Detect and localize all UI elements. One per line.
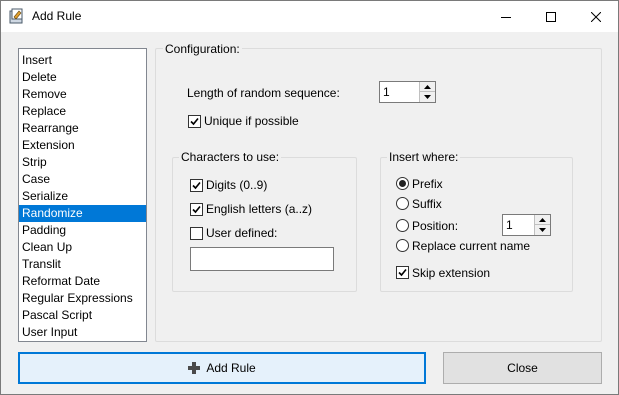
list-item[interactable]: Strip <box>19 154 146 171</box>
list-item[interactable]: Reformat Date <box>19 273 146 290</box>
letters-checkbox[interactable] <box>190 203 203 216</box>
list-item[interactable]: Clean Up <box>19 239 146 256</box>
spin-up-icon <box>424 84 431 89</box>
configuration-legend: Configuration: <box>163 42 242 56</box>
prefix-radio[interactable] <box>396 177 409 190</box>
list-item[interactable]: Translit <box>19 256 146 273</box>
minimize-button[interactable] <box>483 1 528 32</box>
list-item[interactable]: Rearrange <box>19 120 146 137</box>
app-icon <box>9 8 25 24</box>
spin-up-icon <box>539 217 546 222</box>
skip-extension-label[interactable]: Skip extension <box>412 266 490 280</box>
checkmark-icon <box>192 181 201 190</box>
add-rule-label: Add Rule <box>206 361 256 375</box>
user-defined-checkbox[interactable] <box>190 227 203 240</box>
list-item[interactable]: Regular Expressions <box>19 290 146 307</box>
skip-extension-checkbox[interactable] <box>396 266 409 279</box>
spin-down-button[interactable] <box>420 92 435 102</box>
spin-down-icon <box>424 95 431 99</box>
list-item[interactable]: Delete <box>19 69 146 86</box>
unique-checkbox[interactable] <box>188 115 201 128</box>
spin-down-button[interactable] <box>535 225 550 235</box>
checkmark-icon <box>190 117 199 126</box>
suffix-radio[interactable] <box>396 197 409 210</box>
length-label: Length of random sequence: <box>187 86 340 100</box>
list-item-selected[interactable]: Randomize <box>19 205 146 222</box>
characters-legend: Characters to use: <box>179 150 282 164</box>
checkmark-icon <box>192 205 201 214</box>
add-rule-dialog: Add Rule Insert Delete Remove Replace Re… <box>0 0 619 395</box>
close-icon <box>590 11 601 22</box>
maximize-icon <box>545 11 556 22</box>
position-radio[interactable] <box>396 219 409 232</box>
close-button[interactable]: Close <box>443 352 602 384</box>
spin-up-button[interactable] <box>535 215 550 225</box>
position-spinner[interactable]: 1 <box>502 214 551 236</box>
user-defined-label[interactable]: User defined: <box>206 226 277 240</box>
digits-checkbox[interactable] <box>190 179 203 192</box>
replace-name-radio[interactable] <box>396 239 409 252</box>
close-label: Close <box>507 361 538 375</box>
digits-label[interactable]: Digits (0..9) <box>206 178 267 192</box>
length-spinner[interactable]: 1 <box>379 81 436 103</box>
minimize-icon <box>500 16 511 18</box>
plus-icon <box>188 362 201 374</box>
list-item[interactable]: Padding <box>19 222 146 239</box>
position-label[interactable]: Position: <box>412 219 458 233</box>
list-item[interactable]: Extension <box>19 137 146 154</box>
radio-selected-dot <box>399 180 406 187</box>
suffix-label[interactable]: Suffix <box>412 197 442 211</box>
title-bar[interactable]: Add Rule <box>1 1 618 32</box>
prefix-label[interactable]: Prefix <box>412 177 443 191</box>
list-item[interactable]: Serialize <box>19 188 146 205</box>
list-item[interactable]: User Input <box>19 324 146 341</box>
length-value[interactable]: 1 <box>383 85 390 99</box>
letters-label[interactable]: English letters (a..z) <box>206 202 312 216</box>
list-item[interactable]: Remove <box>19 86 146 103</box>
maximize-button[interactable] <box>528 1 573 32</box>
list-item[interactable]: Insert <box>19 52 146 69</box>
close-window-button[interactable] <box>573 1 618 32</box>
position-value[interactable]: 1 <box>506 218 513 232</box>
user-defined-input[interactable] <box>190 247 334 271</box>
list-item[interactable]: Case <box>19 171 146 188</box>
spin-up-button[interactable] <box>420 82 435 92</box>
checkmark-icon <box>398 268 407 277</box>
add-rule-button[interactable]: Add Rule <box>18 352 426 384</box>
replace-name-label[interactable]: Replace current name <box>412 239 530 253</box>
window-title: Add Rule <box>32 9 82 23</box>
list-item[interactable]: Pascal Script <box>19 307 146 324</box>
rules-list[interactable]: Insert Delete Remove Replace Rearrange E… <box>18 48 147 342</box>
insert-where-legend: Insert where: <box>387 150 461 164</box>
unique-label[interactable]: Unique if possible <box>204 114 299 128</box>
list-item[interactable]: Replace <box>19 103 146 120</box>
spin-down-icon <box>539 228 546 232</box>
